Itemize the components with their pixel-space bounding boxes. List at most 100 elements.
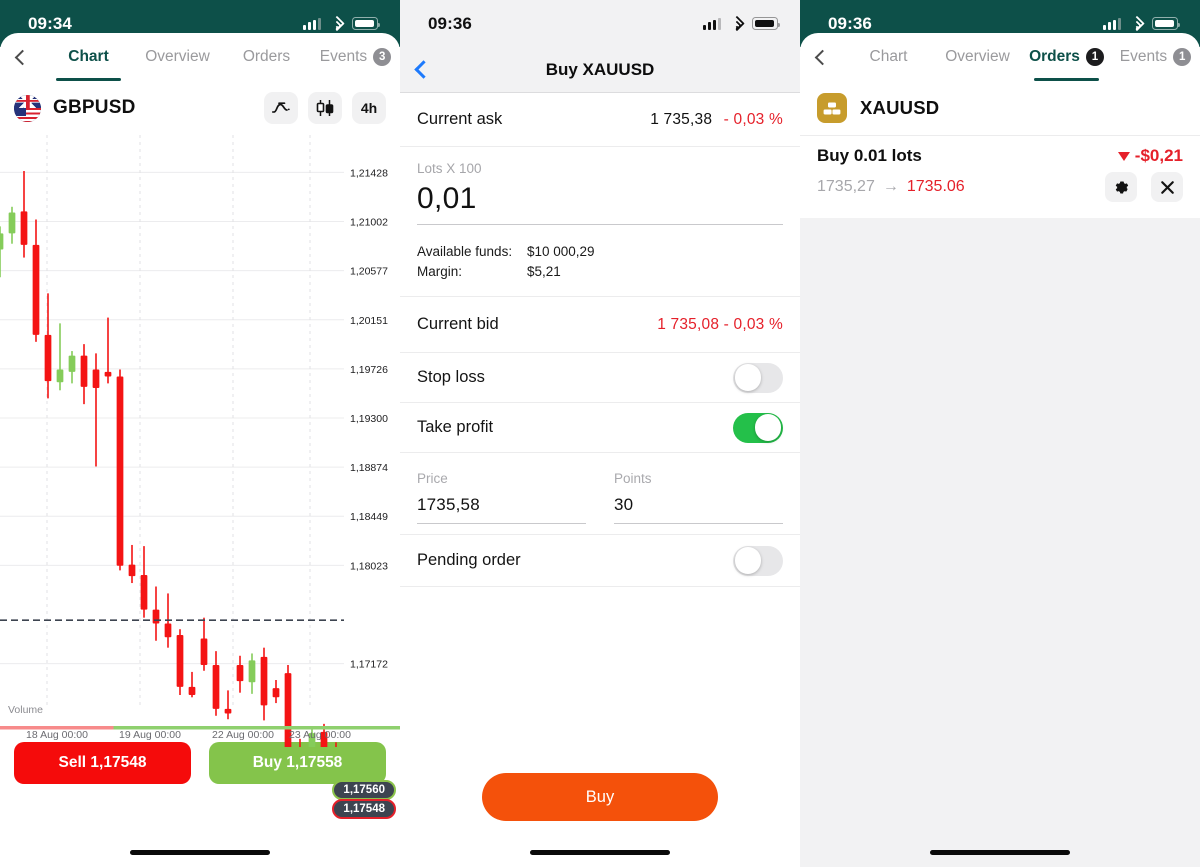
indicators-icon[interactable] [264,92,298,124]
margin-label: Margin: [417,264,463,280]
timeframe-button[interactable]: 4h [352,92,386,124]
gold-bars-icon [817,93,847,123]
current-bid-value: 1 735,08 [657,315,720,333]
pending-order-toggle[interactable] [733,545,783,576]
back-chevron-icon [814,49,830,65]
points-field[interactable]: 30 [614,495,783,523]
gbpusd-flag-icon [14,94,41,122]
back-button[interactable] [800,33,844,81]
take-profit-row[interactable]: Take profit [400,403,800,454]
svg-text:1,20577: 1,20577 [350,266,388,278]
tab-orders[interactable]: Orders [222,33,311,81]
order-pnl-value: -$0,21 [1134,146,1183,165]
svg-text:Volume: Volume [8,704,43,716]
stop-loss-row[interactable]: Stop loss [400,353,800,404]
tabs: Chart Overview Orders Events 3 [44,33,400,81]
take-profit-fields: Price 1735,58 Points 30 [400,453,800,536]
candlestick-chart-type-icon[interactable] [308,92,342,124]
order-row[interactable]: Buy 0.01 lots -$0,21 1735,27 → 1735.06 [800,135,1200,218]
svg-text:1,19726: 1,19726 [350,364,388,376]
points-field-group[interactable]: Points 30 [614,471,783,525]
toggle-knob [734,547,762,574]
tab-label: Overview [945,48,1010,65]
trade-buttons: Sell 1,17548 Buy 1,17558 [0,742,400,784]
symbol-row[interactable]: XAUUSD [800,81,1200,135]
battery-icon [352,17,381,30]
funds-info: Available funds: $10 000,29 Margin: $5,2… [400,235,800,296]
take-profit-toggle[interactable] [733,412,783,443]
close-icon[interactable] [1151,172,1183,202]
tab-label: Chart [869,48,908,65]
pending-order-row[interactable]: Pending order [400,535,800,588]
panel-buy-order-screen: 09:36 Buy XAUUSD Current ask 1 735,38 - … [400,0,800,867]
tab-label: Orders [242,48,291,65]
tab-badge: 3 [373,48,392,66]
svg-text:1,20151: 1,20151 [350,315,388,327]
gear-icon[interactable] [1105,172,1137,202]
home-indicator [930,850,1070,855]
cellular-bars-icon [1103,17,1121,30]
order-actions [1105,172,1183,202]
current-bid-change: - 0,03 % [723,315,783,333]
tab-events[interactable]: Events 1 [1111,33,1200,81]
field-underline [417,523,586,525]
tab-chart[interactable]: Chart [844,33,933,81]
back-chevron-icon [413,60,433,79]
lots-caption: Lots X 100 [417,161,482,176]
orders-body: 09:36 Chart Overview Orders 1 Events 1 X… [800,0,1200,867]
cellular-bars-icon [303,17,321,30]
tab-events[interactable]: Events 3 [311,33,400,81]
tab-orders[interactable]: Orders 1 [1022,33,1111,81]
lots-input[interactable]: 0,01 [417,182,783,224]
tab-badge: 1 [1085,48,1104,66]
tabs: Chart Overview Orders 1 Events 1 [844,33,1200,81]
toggle-knob [754,414,782,441]
price-field-caption: Price [417,471,448,487]
cellular-bars-icon [703,17,721,30]
available-funds-value: $10 000,29 [527,244,595,260]
points-field-caption: Points [614,471,652,487]
price-field-group[interactable]: Price 1735,58 [417,471,586,525]
bid-price-tag: 1,17548 [332,799,396,819]
lots-input-section[interactable]: Lots X 100 0,01 [400,147,800,235]
margin-line: Margin: $5,21 [417,264,783,279]
stop-loss-label: Stop loss [417,368,485,387]
sell-button[interactable]: Sell 1,17548 [14,742,191,784]
back-button[interactable] [400,46,446,94]
take-profit-label: Take profit [417,418,494,437]
symbol-row: GBPUSD 4h [0,81,400,135]
status-time: 09:34 [28,13,72,33]
buy-button[interactable]: Buy 1,17558 [209,742,386,784]
home-indicator [530,850,670,855]
current-ask-row: Current ask 1 735,38 - 0,03 % [400,93,800,147]
order-open-price: 1735,27 [817,178,875,195]
tab-chart[interactable]: Chart [44,33,133,81]
buy-submit-button[interactable]: Buy [482,773,718,821]
svg-text:1,21002: 1,21002 [350,217,388,229]
status-bar: 09:36 [400,0,800,47]
svg-text:1,19300: 1,19300 [350,413,388,425]
current-ask-value: 1 735,38 [650,110,713,128]
tab-overview[interactable]: Overview [133,33,222,81]
current-ask-value-group: 1 735,38 - 0,03 % [650,111,783,129]
tab-overview[interactable]: Overview [933,33,1022,81]
back-button[interactable] [0,33,44,81]
status-icons [303,15,381,32]
svg-text:19 Aug 00:00: 19 Aug 00:00 [119,729,181,741]
stop-loss-toggle[interactable] [733,362,783,393]
tab-bar-container: Chart Overview Orders 1 Events 1 [800,33,1200,81]
status-time: 09:36 [828,13,872,33]
battery-icon [752,17,781,30]
panel-orders-screen: 09:36 Chart Overview Orders 1 Events 1 X… [800,0,1200,867]
tab-label: Chart [68,48,109,65]
order-prices: 1735,27 → 1735.06 [817,172,1183,202]
current-bid-row: Current bid 1 735,08 - 0,03 % [400,297,800,354]
tab-badge: 1 [1173,48,1192,66]
home-indicator [130,850,270,855]
svg-text:1,18874: 1,18874 [350,462,388,474]
back-chevron-icon [14,49,30,65]
chart-canvas: 1,21428 1,21002 1,20577 1,20151 1,19726 1,193… [0,135,400,747]
candlestick-chart[interactable]: 1,21428 1,21002 1,20577 1,20151 1,19726 1,193… [0,135,400,819]
symbol-name: XAUUSD [860,97,940,118]
price-field[interactable]: 1735,58 [417,495,586,523]
